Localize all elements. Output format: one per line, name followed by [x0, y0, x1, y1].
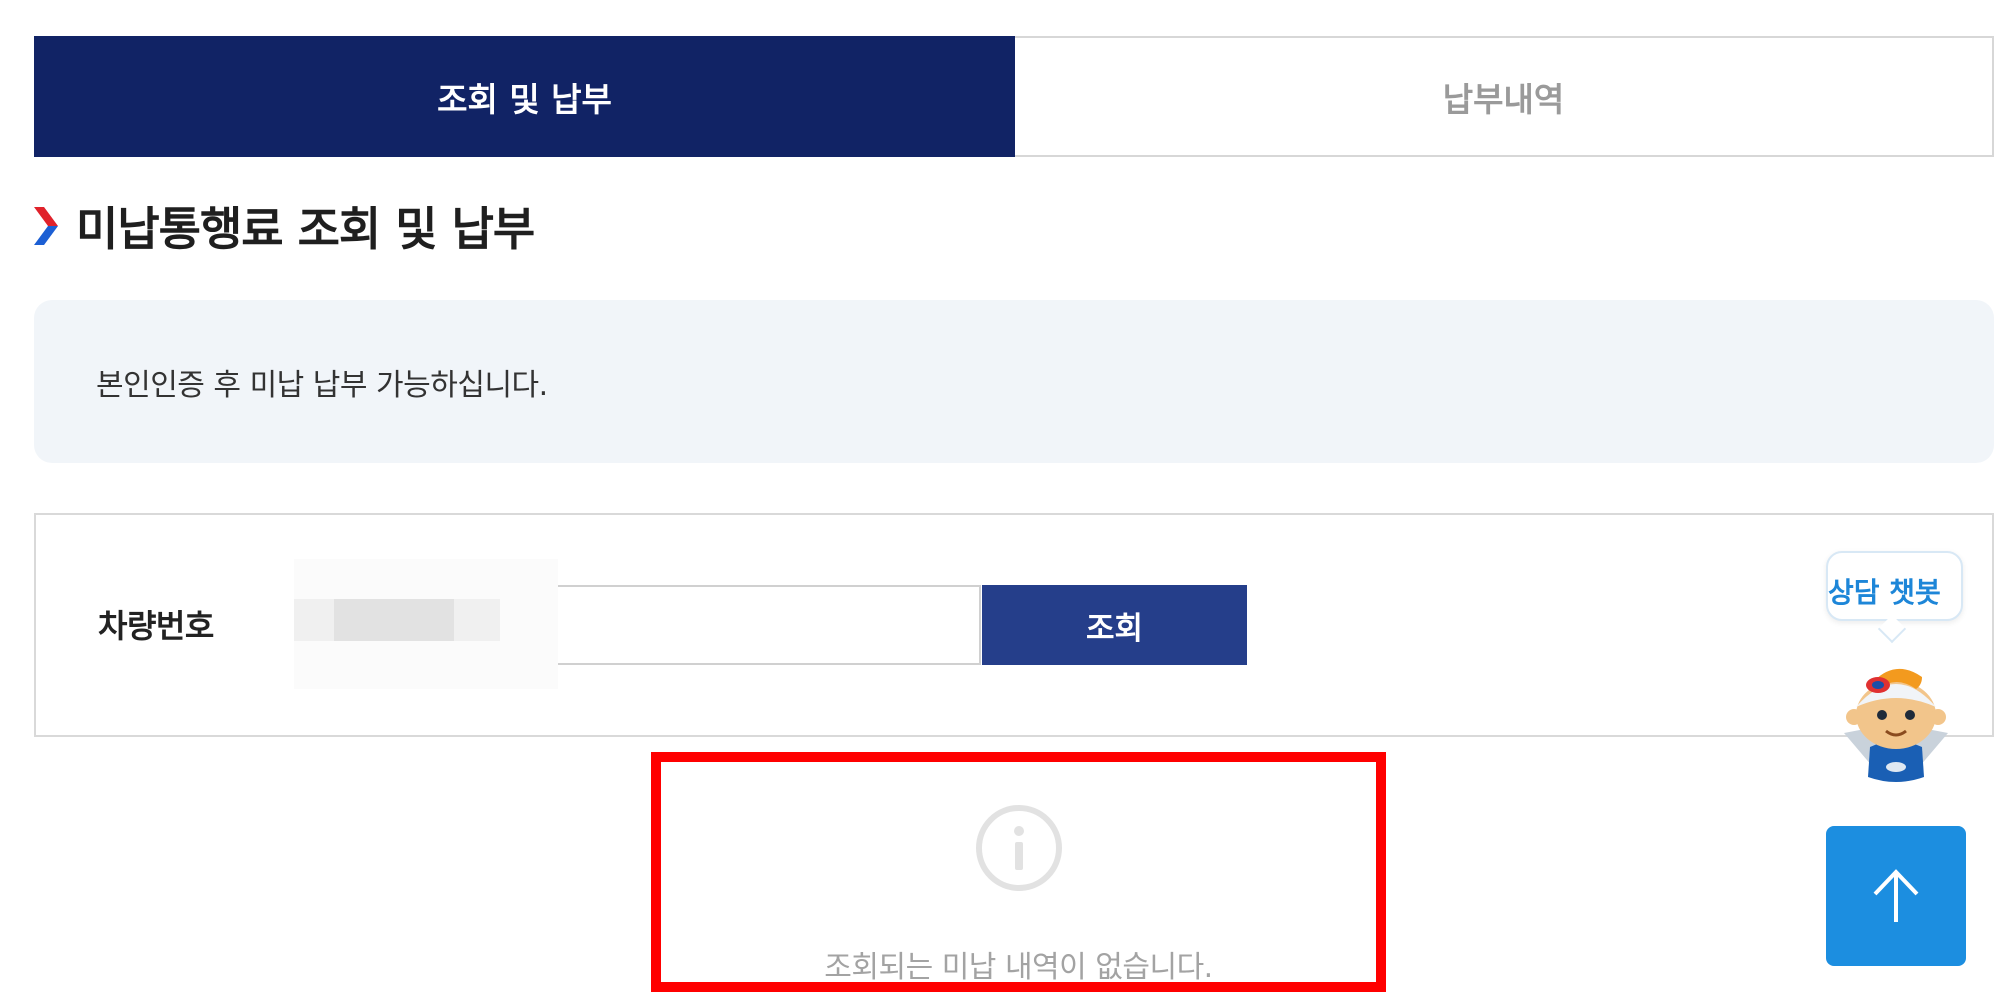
- tab-inquiry-payment[interactable]: 조회 및 납부: [34, 36, 1015, 157]
- notice-box: 본인인증 후 미납 납부 가능하십니다.: [34, 300, 1994, 463]
- scroll-to-top-button[interactable]: [1826, 826, 1966, 966]
- notice-text: 본인인증 후 미납 납부 가능하십니다.: [96, 367, 548, 403]
- chevron-right-icon: [34, 207, 58, 245]
- search-panel: 차량번호 조회: [34, 513, 1994, 737]
- page-title: 미납통행료 조회 및 납부: [76, 202, 535, 256]
- search-button[interactable]: 조회: [982, 585, 1247, 665]
- chatbot-bubble-text: 상담 챗봇: [1828, 576, 1941, 609]
- plate-number-input[interactable]: [294, 585, 981, 665]
- plate-number-label: 차량번호: [98, 607, 214, 645]
- tab-payment-history-label: 납부내역: [1442, 79, 1565, 119]
- info-icon: [976, 805, 1062, 891]
- tab-bar: 조회 및 납부 납부내역: [34, 36, 1994, 157]
- tab-inquiry-payment-label: 조회 및 납부: [437, 79, 612, 119]
- arrow-up-icon: [1873, 869, 1919, 922]
- empty-result-highlight: 조회되는 미납 내역이 없습니다.: [651, 752, 1386, 992]
- tab-payment-history[interactable]: 납부내역: [1015, 36, 1994, 157]
- section-header: 미납통행료 조회 및 납부: [34, 196, 535, 256]
- empty-result-message: 조회되는 미납 내역이 없습니다.: [824, 950, 1213, 985]
- chatbot-mascot-icon[interactable]: [1826, 655, 1966, 785]
- chatbot-bubble[interactable]: 상담 챗봇: [1826, 551, 1963, 621]
